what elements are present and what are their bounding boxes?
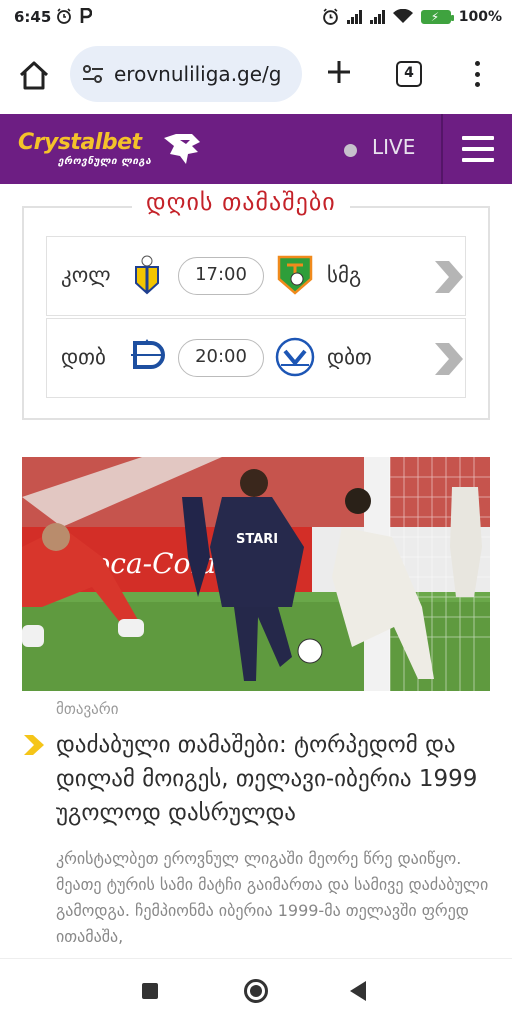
match-row[interactable]: კოლ 17:00 სმგ [46,236,466,316]
wifi-icon [392,9,413,23]
header-divider [441,114,443,184]
away-team: დბთ [327,345,372,369]
back-icon[interactable] [350,981,366,1001]
news-category[interactable]: მთავარი [56,700,118,718]
home-nav-icon[interactable] [244,979,268,1003]
brand-logo-subtitle: ეროვნული ლიგა [58,156,152,167]
samgurali-crest-icon [277,255,313,295]
status-bar: 6:45 ⚡ 100% [0,0,512,34]
dinamo-tbilisi-crest-icon [131,339,165,369]
chevron-right-icon[interactable] [433,259,465,295]
site-settings-icon[interactable] [82,64,104,84]
address-bar[interactable]: erovnuliliga.ge/g [70,46,302,102]
shirt-sponsor-text: STARI [236,532,278,547]
hamburger-menu-icon[interactable] [462,136,494,162]
home-team: კოლ [61,263,111,287]
away-team: სმგ [327,263,362,287]
tab-switcher-button[interactable]: 4 [396,61,422,87]
news-excerpt: კრისტალბეთ ეროვნულ ლიგაში მეორე წრე დაიწ… [56,849,489,946]
news-title[interactable]: დაძაბული თამაშები: ტორპედომ და დილამ მოი… [56,728,496,830]
live-indicator-dot [344,144,357,157]
brand-logo-text[interactable]: Crystalbet [18,130,142,155]
chevron-right-icon[interactable] [433,341,465,377]
news-photo[interactable]: Coca-Cola STARI [22,457,490,691]
matches-title: დღის თამაშები [132,188,350,216]
url-text[interactable]: erovnuliliga.ge/g [114,62,294,86]
signal-icon [369,9,385,24]
chevron-right-icon [24,735,44,755]
browser-toolbar: erovnuliliga.ge/g 4 [0,34,512,114]
site-header: Crystalbet ეროვნული ლიგა [0,114,512,184]
match-time: 20:00 [178,339,264,377]
football-match-photo: Coca-Cola STARI [22,457,490,691]
lion-logo-icon [164,134,200,164]
alarm-icon [322,8,338,25]
recents-icon[interactable] [142,983,158,999]
system-navigation-bar [0,958,512,1025]
home-icon[interactable] [16,58,52,94]
kolkheti-crest-icon [135,255,159,295]
new-tab-icon[interactable] [326,59,352,85]
live-link[interactable]: LIVE [372,135,415,159]
p-icon [80,8,92,23]
match-row[interactable]: დთბ 20:00 დბთ [46,318,466,398]
dinamo-batumi-crest-icon [275,337,315,377]
alarm-icon [57,8,71,24]
battery-icon: ⚡ [420,9,454,24]
signal-icon [346,9,362,24]
more-menu-icon[interactable] [474,61,480,87]
home-team: დთბ [61,345,106,369]
status-time: 6:45 [14,8,52,26]
battery-percent: 100% [458,8,502,25]
match-time: 17:00 [178,257,264,295]
